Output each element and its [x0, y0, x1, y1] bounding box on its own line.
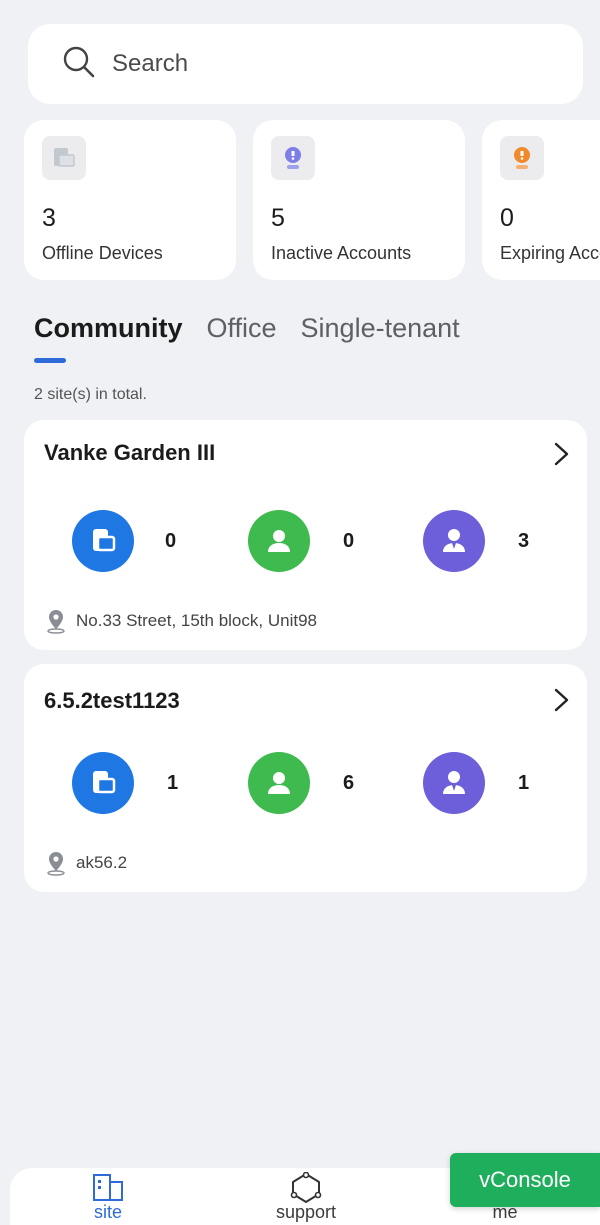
site-count: 2 site(s) in total.	[34, 386, 147, 403]
manager-count: 3	[518, 530, 530, 552]
site-icon	[93, 1174, 123, 1201]
tab-office[interactable]: Office	[207, 313, 277, 344]
site-name: Vanke Garden III	[44, 440, 216, 465]
search-placeholder: Search	[112, 50, 189, 77]
tab-community[interactable]: Community	[34, 313, 183, 344]
manager-count: 1	[518, 772, 530, 794]
site-card[interactable]: 6.5.2test1123 1 6 1 ak56.2	[24, 664, 587, 892]
nav-label: support	[275, 1202, 337, 1222]
property-manager-icon	[423, 510, 485, 572]
chevron-right-icon[interactable]	[549, 440, 573, 468]
resident-count: 0	[343, 530, 355, 552]
stats-row: 3 Offline Devices 5 Inactive Accounts 0 …	[24, 120, 600, 280]
stat-value: 0	[500, 204, 514, 232]
vconsole-button[interactable]: vConsole	[450, 1153, 600, 1207]
resident-icon	[248, 510, 310, 572]
nav-item-site[interactable]: site	[48, 1168, 168, 1225]
support-icon	[290, 1172, 322, 1203]
active-tab-indicator	[34, 358, 66, 363]
stat-card-offline-devices[interactable]: 3 Offline Devices	[24, 120, 236, 280]
device-icon	[72, 752, 134, 814]
nav-label: site	[93, 1202, 122, 1222]
location-pin-icon	[47, 610, 65, 634]
resident-count: 6	[343, 772, 355, 794]
device-count: 1	[167, 772, 179, 794]
location-pin-icon	[47, 852, 65, 876]
resident-icon	[248, 752, 310, 814]
site-address: No.33 Street, 15th block, Unit98	[44, 608, 317, 634]
search-input[interactable]: Search	[28, 24, 583, 104]
account-inactive-icon	[271, 136, 315, 180]
stat-label: Offline Devices	[42, 243, 163, 263]
address-text: ak56.2	[76, 853, 128, 872]
account-expiring-icon	[500, 136, 544, 180]
stat-card-expiring-accounts[interactable]: 0 Expiring Accounts	[482, 120, 600, 280]
device-icon	[72, 510, 134, 572]
property-manager-icon	[423, 752, 485, 814]
stat-value: 3	[42, 204, 56, 232]
site-card[interactable]: Vanke Garden III 0 0 3 No.33 Street, 15t…	[24, 420, 587, 650]
stat-value: 5	[271, 204, 285, 232]
device-icon	[42, 136, 86, 180]
project-type-tabs: Community Office Single-tenant	[34, 313, 460, 344]
site-address: ak56.2	[44, 850, 127, 876]
stat-card-inactive-accounts[interactable]: 5 Inactive Accounts	[253, 120, 465, 280]
device-count: 0	[165, 530, 177, 552]
address-text: No.33 Street, 15th block, Unit98	[76, 611, 317, 630]
search-icon	[60, 43, 98, 86]
nav-item-support[interactable]: support	[246, 1168, 366, 1225]
stat-label: Expiring Accounts	[500, 243, 600, 263]
tab-single-tenant[interactable]: Single-tenant	[301, 313, 460, 344]
site-list-screen: Search 3 Offline Devices 5 Inactive Acco…	[0, 0, 600, 1225]
chevron-right-icon[interactable]	[549, 686, 573, 714]
site-name: 6.5.2test1123	[44, 688, 180, 713]
stat-label: Inactive Accounts	[271, 243, 412, 263]
